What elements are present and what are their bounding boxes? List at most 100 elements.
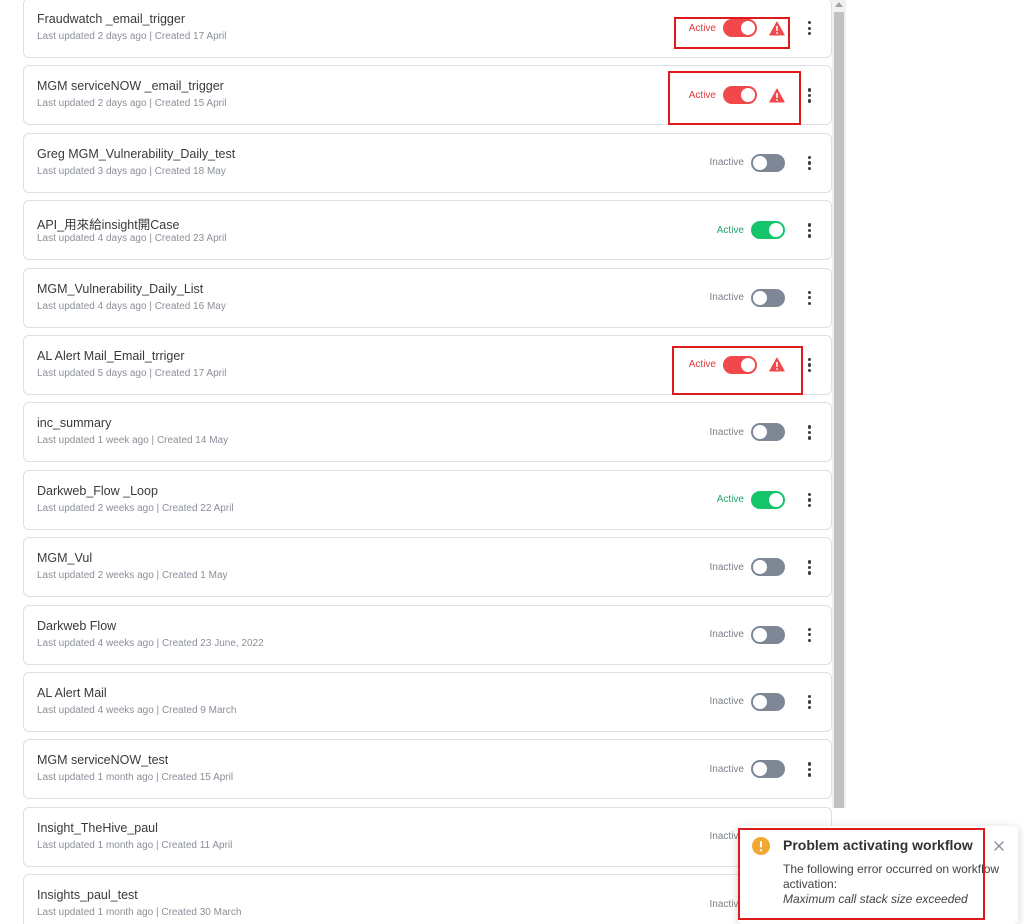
workflow-card[interactable]: Fraudwatch _email_trigger Last updated 2 … [23,0,832,58]
workflow-name[interactable]: Insight_TheHive_paul [37,821,158,835]
workflow-card[interactable]: Greg MGM_Vulnerability_Daily_test Last up… [23,132,832,193]
workflow-card[interactable]: AL Alert Mail_Email_trriger Last updated … [23,334,832,395]
created-text: Created 16 May [154,300,226,312]
workflow-list: Fraudwatch _email_trigger Last updated 2 … [23,0,832,924]
workflow-toggle-inactive[interactable] [751,423,785,442]
workflow-controls: Inactive [710,759,785,779]
workflow-meta: Last updated 4 weeks ago | Created 23 Ju… [37,638,264,649]
workflow-card[interactable]: inc_summary Last updated 1 week ago | Cre… [23,402,832,463]
toggle-knob [741,88,755,103]
workflow-card[interactable]: Insight_TheHive_paul Last updated 1 month… [23,806,832,867]
workflow-name[interactable]: AL Alert Mail [37,686,107,700]
workflow-meta: Last updated 1 month ago | Created 30 Ma… [37,907,241,918]
more-vertical-icon[interactable] [803,760,817,778]
toggle-knob [753,560,767,575]
last-updated-text: Last updated 2 days ago [37,31,147,42]
status-label: Inactive [709,763,744,775]
toast-message-text: The following error occurred on workflow… [783,862,1000,891]
warning-triangle-icon [769,88,785,103]
status-label: Inactive [709,696,744,708]
workflow-name[interactable]: AL Alert Mail_Email_trriger [37,349,185,363]
workflow-toggle-active[interactable] [751,221,785,240]
status-label: Inactive [709,292,744,304]
workflow-card[interactable]: MGM_Vul Last updated 2 weeks ago | Create… [23,537,832,598]
workflow-name[interactable]: Fraudwatch _email_trigger [37,12,185,26]
workflow-toggle-active[interactable] [723,355,757,374]
workflow-toggle-inactive[interactable] [751,760,785,779]
created-text: Created 22 April [161,502,234,514]
toggle-knob [753,290,767,305]
more-vertical-icon[interactable] [803,356,817,374]
workflow-toggle-active[interactable] [723,86,757,105]
workflow-toggle-inactive[interactable] [751,153,785,172]
workflow-name[interactable]: MGM serviceNOW _email_trigger [37,79,224,93]
created-text: Created 15 April [154,98,227,110]
last-updated-text: Last updated 4 days ago [37,233,147,245]
workflow-toggle-inactive[interactable] [751,288,785,307]
status-label: Active [716,224,744,236]
workflow-name[interactable]: MGM_Vul [37,551,92,565]
workflow-controls: Active [689,85,785,105]
workflow-controls: Inactive [710,557,785,577]
status-label: Active [688,359,716,371]
meta-separator: | [155,839,159,851]
workflow-controls: Active [717,490,785,510]
meta-separator: | [156,637,160,649]
scrollbar-thumb[interactable] [834,12,844,808]
more-vertical-icon[interactable] [803,626,817,644]
more-vertical-icon[interactable] [803,86,817,104]
created-text: Created 1 May [161,570,228,582]
workflow-toggle-inactive[interactable] [751,692,785,711]
meta-separator: | [156,502,160,514]
workflow-toggle-active[interactable] [751,490,785,509]
toggle-knob [753,694,767,709]
workflow-controls: Inactive [710,153,785,173]
workflow-toggle-active[interactable] [723,19,757,37]
more-vertical-icon[interactable] [803,154,817,172]
last-updated-text: Last updated 2 weeks ago [37,502,154,514]
scroll-up-arrow[interactable] [835,2,843,7]
more-vertical-icon[interactable] [803,19,817,37]
workflow-card[interactable]: Insights_paul_test Last updated 1 month a… [23,874,832,924]
workflow-name[interactable]: API_用來給insight開Case [37,214,179,233]
close-icon[interactable] [993,840,1005,852]
more-vertical-icon[interactable] [803,693,817,711]
workflow-card[interactable]: MGM serviceNOW_test Last updated 1 month … [23,739,832,800]
more-vertical-icon[interactable] [803,491,817,509]
workflow-card[interactable]: MGM serviceNOW _email_trigger Last update… [23,65,832,126]
workflow-controls: Inactive [710,625,785,645]
workflow-name[interactable]: inc_summary [37,416,111,430]
more-vertical-icon[interactable] [803,423,817,441]
workflow-card[interactable]: MGM_Vulnerability_Daily_List Last updated… [23,267,832,328]
last-updated-text: Last updated 2 weeks ago [37,570,154,582]
workflow-name[interactable]: MGM serviceNOW_test [37,753,168,767]
workflow-card[interactable]: Darkweb_Flow _Loop Last updated 2 weeks a… [23,469,832,530]
last-updated-text: Last updated 4 weeks ago [37,704,154,716]
meta-separator: | [155,907,159,919]
more-vertical-icon[interactable] [803,558,817,576]
workflow-meta: Last updated 2 days ago | Created 15 Apr… [37,98,226,109]
workflow-card[interactable]: API_用來給insight開Case Last updated 4 days a… [23,200,832,261]
workflow-name[interactable]: MGM_Vulnerability_Daily_List [37,282,203,296]
scrollbar[interactable] [832,0,846,808]
more-vertical-icon[interactable] [803,221,817,239]
meta-separator: | [156,704,160,716]
status-label: Active [716,494,744,506]
workflow-name[interactable]: Greg MGM_Vulnerability_Daily_test [37,147,235,161]
workflow-controls: Active [689,18,785,38]
workflow-meta: Last updated 1 week ago | Created 14 May [37,435,228,446]
more-vertical-icon[interactable] [803,289,817,307]
workflow-toggle-inactive[interactable] [751,558,785,577]
workflow-name[interactable]: Darkweb_Flow _Loop [37,484,158,498]
workflow-name[interactable]: Darkweb Flow [37,619,116,633]
workflow-card[interactable]: AL Alert Mail Last updated 4 weeks ago | … [23,671,832,732]
workflow-controls: Active [717,220,785,240]
workflow-meta: Last updated 2 days ago | Created 17 Apr… [37,31,226,42]
workflow-controls: Inactive [710,692,785,712]
workflow-toggle-inactive[interactable] [751,625,785,644]
workflow-card[interactable]: Darkweb Flow Last updated 4 weeks ago | C… [23,604,832,665]
meta-separator: | [149,233,152,245]
last-updated-text: Last updated 4 days ago [37,300,147,312]
meta-separator: | [149,165,152,177]
workflow-name[interactable]: Insights_paul_test [37,888,138,902]
